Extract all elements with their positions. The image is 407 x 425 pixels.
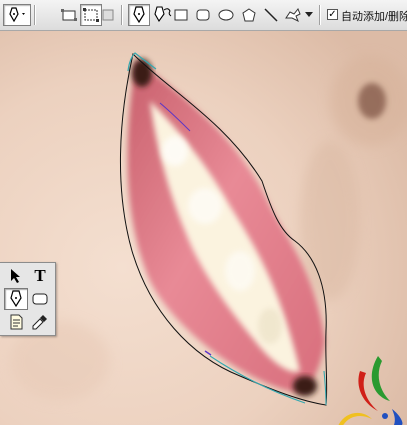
paths-button[interactable] — [80, 4, 102, 26]
auto-add-delete-label: 自动添加/删除 — [341, 11, 407, 23]
line-icon — [264, 8, 278, 22]
rounded-rectangle-icon — [196, 9, 210, 21]
fill-pixels-icon — [102, 9, 114, 21]
line-button[interactable] — [262, 4, 280, 26]
notes-tool[interactable] — [4, 311, 28, 333]
photo-lips — [0, 31, 407, 425]
auto-add-delete-checkbox[interactable]: ✓ — [327, 9, 338, 20]
ellipse-button[interactable] — [216, 4, 236, 26]
custom-shape-button[interactable] — [283, 4, 303, 26]
pen-tool-icon — [9, 7, 25, 23]
freeform-pen-button[interactable] — [152, 4, 174, 26]
rounded-rectangle-button[interactable] — [194, 4, 212, 26]
path-selection-tool[interactable] — [4, 265, 28, 287]
rounded-rectangle-icon — [32, 293, 48, 305]
custom-shape-dropdown[interactable] — [304, 4, 314, 26]
eyedropper-icon — [32, 315, 47, 330]
paths-icon — [83, 8, 99, 22]
type-icon: T — [34, 266, 46, 285]
tools-panel: T — [0, 262, 56, 336]
dropdown-arrow-icon — [305, 12, 313, 17]
pen-tool-preset-button[interactable] — [3, 4, 31, 26]
document-canvas[interactable] — [0, 31, 407, 425]
pen-tool[interactable] — [4, 288, 28, 310]
pen-button[interactable] — [128, 4, 150, 26]
polygon-button[interactable] — [240, 4, 258, 26]
freeform-pen-icon — [154, 6, 172, 23]
type-tool[interactable]: T — [28, 265, 52, 287]
custom-shape-icon — [285, 8, 301, 22]
options-bar: ✓ 自动添加/删除 — [0, 0, 407, 31]
path-selection-icon — [11, 269, 20, 283]
pen-icon — [10, 290, 22, 308]
eyedropper-tool[interactable] — [28, 311, 52, 333]
polygon-icon — [242, 8, 256, 22]
shape-layers-button[interactable] — [58, 4, 80, 26]
rounded-rectangle-tool[interactable] — [28, 288, 52, 310]
shape-layers-icon — [61, 9, 77, 21]
notes-icon — [10, 314, 23, 330]
fill-pixels-button[interactable] — [100, 4, 116, 26]
rectangle-icon — [174, 9, 188, 21]
pen-icon — [133, 6, 145, 24]
ellipse-icon — [218, 9, 234, 21]
rectangle-button[interactable] — [172, 4, 190, 26]
